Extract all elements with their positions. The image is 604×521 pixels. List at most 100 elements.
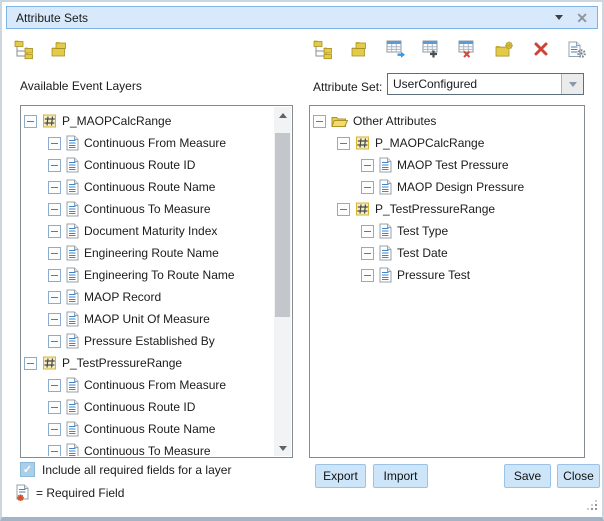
tree-item[interactable]: Engineering To Route Name: [22, 264, 273, 286]
tree-item[interactable]: MAOP Unit Of Measure: [22, 308, 273, 330]
include-required-fields-checkbox[interactable]: ✓: [20, 462, 35, 477]
collapse-toggle-icon[interactable]: [361, 269, 374, 282]
tree-item-label: Pressure Established By: [84, 334, 215, 348]
scrollbar-thumb[interactable]: [275, 133, 290, 317]
tree-item[interactable]: Document Maturity Index: [22, 220, 273, 242]
collapse-toggle-icon[interactable]: [337, 137, 350, 150]
field-icon: [66, 245, 79, 261]
collapse-toggle-icon[interactable]: [48, 225, 61, 238]
collapse-toggle-icon[interactable]: [361, 159, 374, 172]
right-toolbar: [312, 38, 588, 60]
collapse-toggle-icon[interactable]: [313, 115, 326, 128]
field-icon: [66, 421, 79, 437]
tree-item-label: Test Type: [397, 224, 448, 238]
tree-item-label: MAOP Test Pressure: [397, 158, 509, 172]
collapse-toggle-icon[interactable]: [48, 379, 61, 392]
tree-item[interactable]: Continuous To Measure: [22, 198, 273, 220]
available-event-layers-tree: P_MAOPCalcRange Continuous From Measure …: [22, 107, 273, 456]
tree-item[interactable]: Pressure Established By: [22, 330, 273, 352]
collapse-toggle-icon[interactable]: [48, 269, 61, 282]
new-attribute-set-button[interactable]: [493, 38, 515, 60]
event-layer-icon: [42, 356, 57, 370]
collapse-toggle-icon[interactable]: [24, 115, 37, 128]
collapse-toggle-icon[interactable]: [48, 335, 61, 348]
attribute-set-combobox[interactable]: UserConfigured: [387, 73, 584, 95]
save-button[interactable]: Save: [504, 464, 551, 488]
collapse-toggle-icon[interactable]: [361, 247, 374, 260]
collapse-toggle-icon[interactable]: [48, 247, 61, 260]
close-button[interactable]: Close: [557, 464, 600, 488]
tree-item[interactable]: P_TestPressureRange: [311, 198, 583, 220]
event-layer-icon: [355, 136, 370, 150]
collapse-toggle-icon[interactable]: [48, 137, 61, 150]
tree-item[interactable]: Pressure Test: [311, 264, 583, 286]
export-button[interactable]: Export: [315, 464, 366, 488]
collapse-toggle-icon[interactable]: [24, 357, 37, 370]
tree-item[interactable]: Continuous Route Name: [22, 176, 273, 198]
tree-item[interactable]: Engineering Route Name: [22, 242, 273, 264]
layers-hierarchy-button[interactable]: [312, 38, 334, 60]
tree-item[interactable]: P_MAOPCalcRange: [22, 110, 273, 132]
close-dialog-icon[interactable]: ✕: [576, 11, 588, 25]
chevron-down-icon: [569, 82, 577, 87]
collapse-toggle-icon[interactable]: [337, 203, 350, 216]
tree-item[interactable]: MAOP Design Pressure: [311, 176, 583, 198]
attribute-set-tree: Other Attributes P_MAOPCalcRange MAOP Te…: [311, 107, 583, 456]
tree-item[interactable]: Continuous From Measure: [22, 374, 273, 396]
folders-button[interactable]: [48, 38, 70, 60]
tree-item[interactable]: MAOP Test Pressure: [311, 154, 583, 176]
tree-item[interactable]: Other Attributes: [311, 110, 583, 132]
required-field-icon: [15, 484, 31, 502]
scroll-up-icon[interactable]: [274, 107, 291, 123]
collapse-toggle-icon[interactable]: [48, 423, 61, 436]
scroll-down-icon[interactable]: [274, 440, 291, 456]
field-icon: [66, 201, 79, 217]
tree-item[interactable]: Continuous Route ID: [22, 396, 273, 418]
table-remove-button[interactable]: [457, 38, 479, 60]
tree-item-label: Engineering To Route Name: [84, 268, 235, 282]
collapse-toggle-icon[interactable]: [48, 181, 61, 194]
table-export-icon: [386, 40, 406, 58]
title-bar[interactable]: Attribute Sets ✕: [6, 6, 598, 29]
tree-item-label: P_MAOPCalcRange: [62, 114, 171, 128]
tree-item[interactable]: Test Date: [311, 242, 583, 264]
tree-item[interactable]: Continuous Route Name: [22, 418, 273, 440]
table-add-button[interactable]: [421, 38, 443, 60]
tree-item[interactable]: MAOP Record: [22, 286, 273, 308]
table-export-button[interactable]: [385, 38, 407, 60]
collapse-toggle-icon[interactable]: [361, 181, 374, 194]
collapse-toggle-icon[interactable]: [48, 291, 61, 304]
tree-item-label: Engineering Route Name: [84, 246, 219, 260]
folders-button[interactable]: [348, 38, 370, 60]
tree-item[interactable]: Continuous Route ID: [22, 154, 273, 176]
tree-item[interactable]: P_MAOPCalcRange: [311, 132, 583, 154]
combobox-dropdown-button[interactable]: [561, 74, 583, 94]
collapse-toggle-icon[interactable]: [48, 159, 61, 172]
folders-icon: [351, 41, 367, 57]
field-icon: [66, 377, 79, 393]
tree-item[interactable]: Test Type: [311, 220, 583, 242]
table-add-icon: [422, 40, 442, 58]
collapse-toggle-icon[interactable]: [48, 203, 61, 216]
field-icon: [379, 157, 392, 173]
vertical-scrollbar[interactable]: [274, 107, 291, 456]
collapse-dialog-icon[interactable]: [555, 15, 563, 20]
report-settings-button[interactable]: [566, 38, 588, 60]
tree-item[interactable]: Continuous From Measure: [22, 132, 273, 154]
collapse-toggle-icon[interactable]: [48, 401, 61, 414]
required-field-legend-label: = Required Field: [36, 486, 124, 500]
layers-hierarchy-button[interactable]: [13, 38, 35, 60]
field-icon: [66, 267, 79, 283]
collapse-toggle-icon[interactable]: [48, 313, 61, 326]
attribute-set-panel: Other Attributes P_MAOPCalcRange MAOP Te…: [309, 105, 585, 458]
tree-item-label: Continuous To Measure: [84, 444, 211, 456]
tree-item[interactable]: Continuous To Measure: [22, 440, 273, 456]
resize-grip[interactable]: [586, 499, 598, 511]
dialog-title: Attribute Sets: [16, 11, 555, 25]
collapse-toggle-icon[interactable]: [361, 225, 374, 238]
import-button[interactable]: Import: [373, 464, 428, 488]
left-toolbar: [13, 38, 70, 60]
collapse-toggle-icon[interactable]: [48, 445, 61, 457]
tree-item[interactable]: P_TestPressureRange: [22, 352, 273, 374]
delete-button[interactable]: [530, 38, 552, 60]
